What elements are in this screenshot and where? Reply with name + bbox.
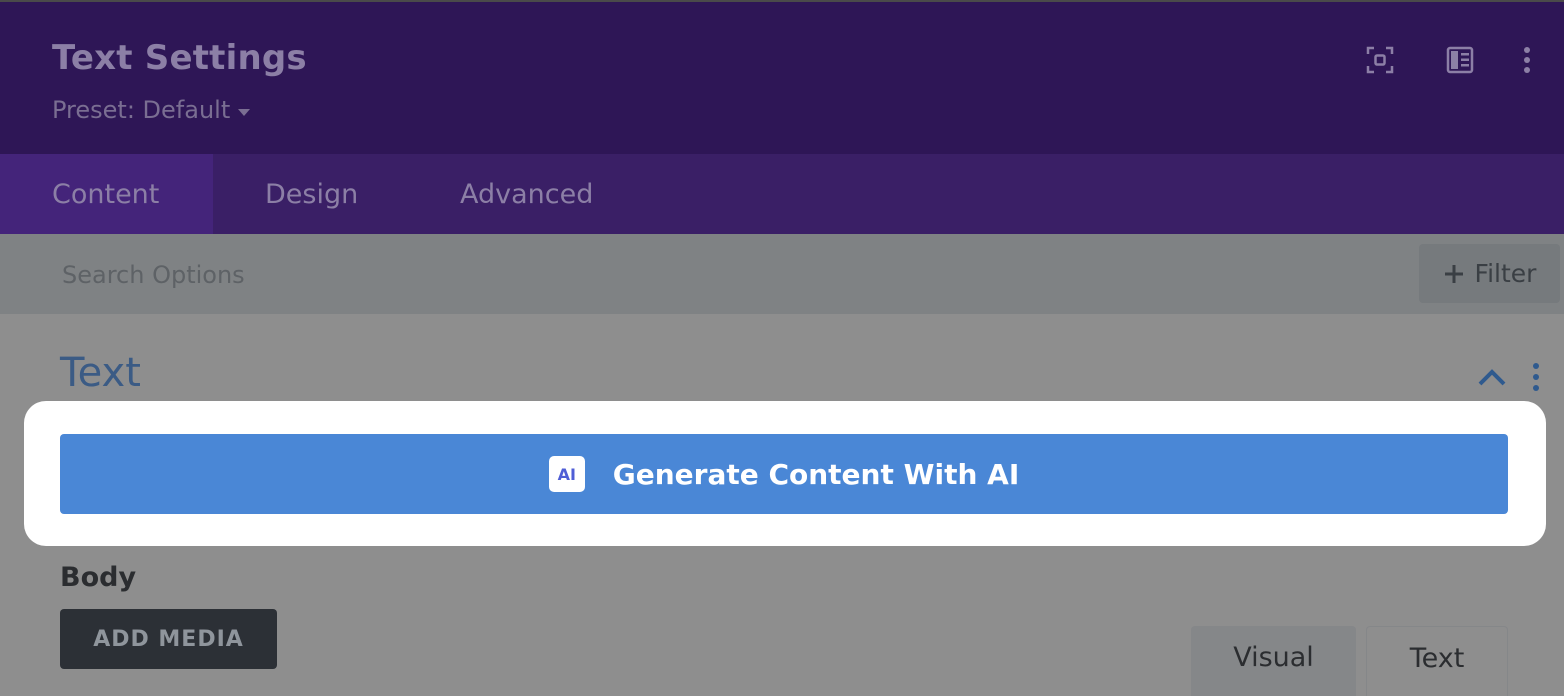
generate-content-ai-button[interactable]: AI Generate Content With AI [60,434,1508,514]
search-bar: Filter [0,234,1564,314]
tab-content-label: Content [52,178,160,210]
settings-header: Text Settings Preset: Default [0,0,1564,154]
caret-down-icon [238,108,251,116]
tab-content[interactable]: Content [0,154,213,234]
tab-advanced-label: Advanced [460,178,594,210]
tab-advanced[interactable]: Advanced [460,154,593,234]
add-media-label: ADD MEDIA [93,626,244,652]
body-label: Body [60,562,137,593]
settings-tabs: Content Design Advanced [0,154,1564,234]
focus-icon[interactable] [1366,46,1394,74]
sidebar-layout-icon[interactable] [1446,46,1474,74]
section-more-icon[interactable] [1526,362,1546,392]
tab-design[interactable]: Design [265,154,358,234]
filter-button[interactable]: Filter [1419,244,1560,303]
editor-tab-visual-label: Visual [1233,642,1314,673]
preset-label: Preset: Default [52,96,231,124]
plus-icon [1444,264,1463,283]
section-title: Text [60,350,141,396]
preset-dropdown[interactable]: Preset: Default [52,96,251,124]
add-media-button[interactable]: ADD MEDIA [60,609,277,669]
search-input[interactable] [60,252,1364,298]
generate-content-label: Generate Content With AI [612,457,1020,491]
tab-design-label: Design [265,178,359,210]
chevron-up-icon[interactable] [1476,364,1508,390]
page-title: Text Settings [52,38,307,78]
editor-tab-text-label: Text [1409,643,1465,674]
filter-label: Filter [1474,259,1537,288]
more-vertical-icon[interactable] [1513,46,1541,74]
ai-icon: AI [548,456,585,492]
